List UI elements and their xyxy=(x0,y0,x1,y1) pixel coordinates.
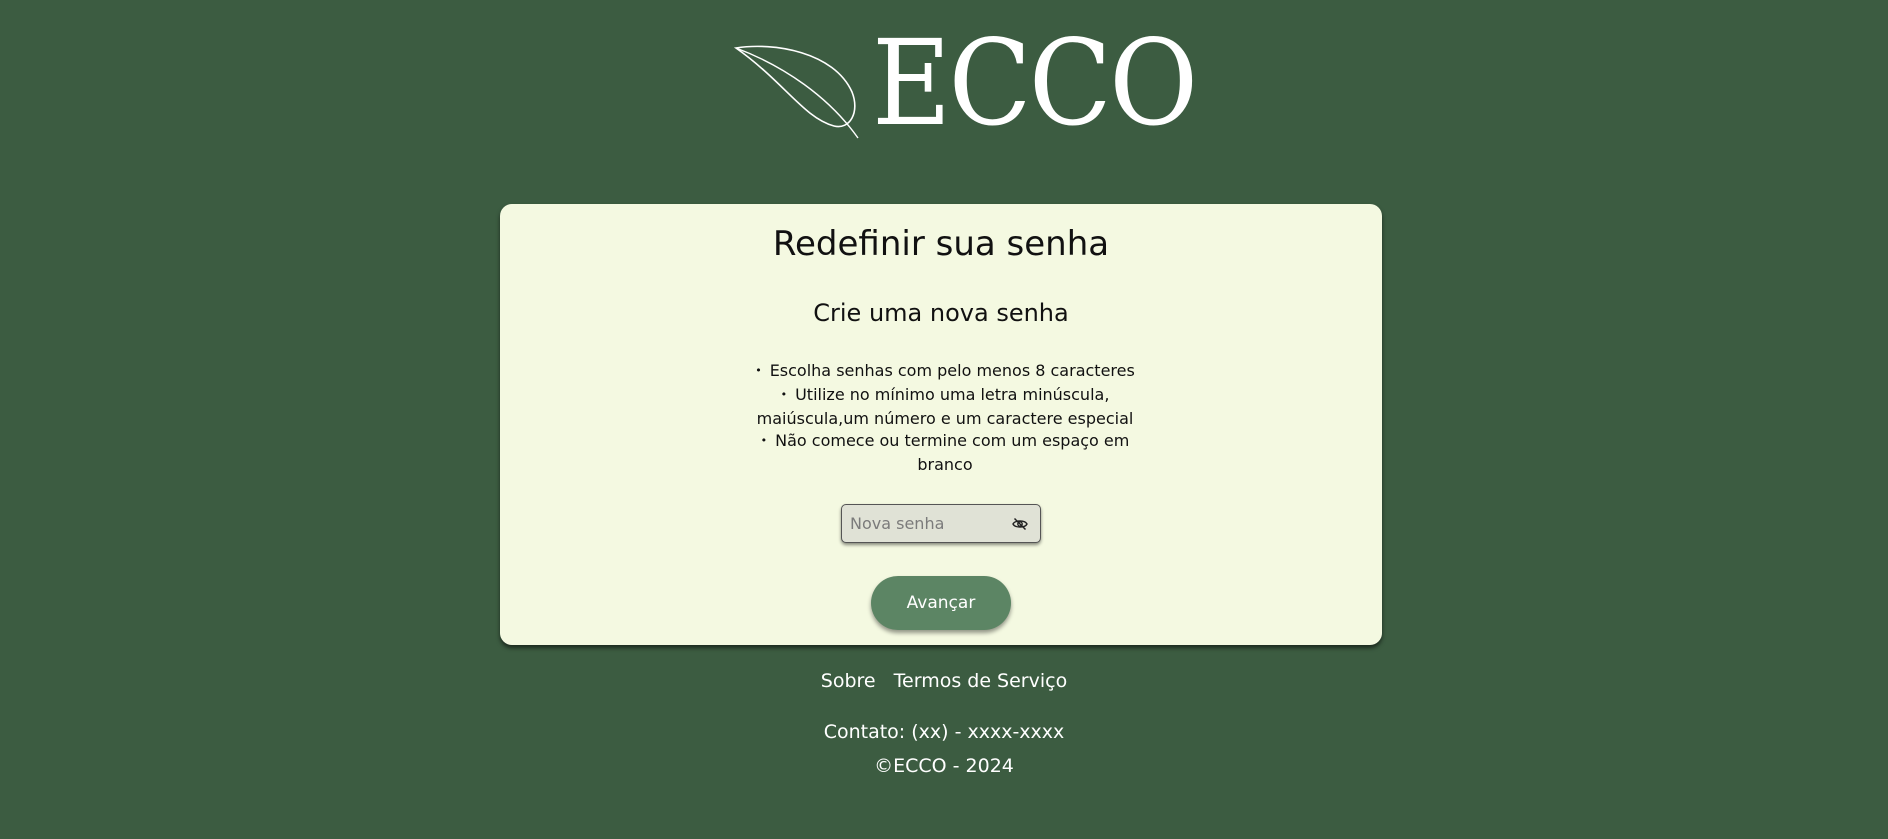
password-rule: Utilize no mínimo uma letra minúscula, m… xyxy=(755,384,1135,430)
eye-slash-icon[interactable] xyxy=(1012,516,1028,532)
ecco-logo: ECCO xyxy=(734,24,1198,142)
password-rule: Não comece ou termine com um espaço em b… xyxy=(755,430,1135,476)
password-rule: Escolha senhas com pelo menos 8 caracter… xyxy=(755,360,1135,384)
next-button[interactable]: Avançar xyxy=(871,576,1011,630)
password-rules-list: Escolha senhas com pelo menos 8 caracter… xyxy=(755,360,1135,476)
terms-link[interactable]: Termos de Serviço xyxy=(894,670,1068,692)
reset-password-card: Redefinir sua senha Crie uma nova senha … xyxy=(500,204,1382,645)
about-link[interactable]: Sobre xyxy=(821,670,876,692)
new-password-field xyxy=(841,504,1041,543)
footer-nav: Sobre Termos de Serviço xyxy=(0,670,1888,692)
copyright: ©ECCO - 2024 xyxy=(874,755,1014,777)
new-password-input[interactable] xyxy=(850,505,1000,542)
page-title: Redefinir sua senha xyxy=(772,224,1110,264)
contact-info: Contato: (xx) - xxxx-xxxx xyxy=(823,721,1065,743)
leaf-icon xyxy=(734,45,859,139)
logo-wordmark: ECCO xyxy=(872,14,1198,152)
page-subtitle: Crie uma nova senha xyxy=(813,299,1069,327)
